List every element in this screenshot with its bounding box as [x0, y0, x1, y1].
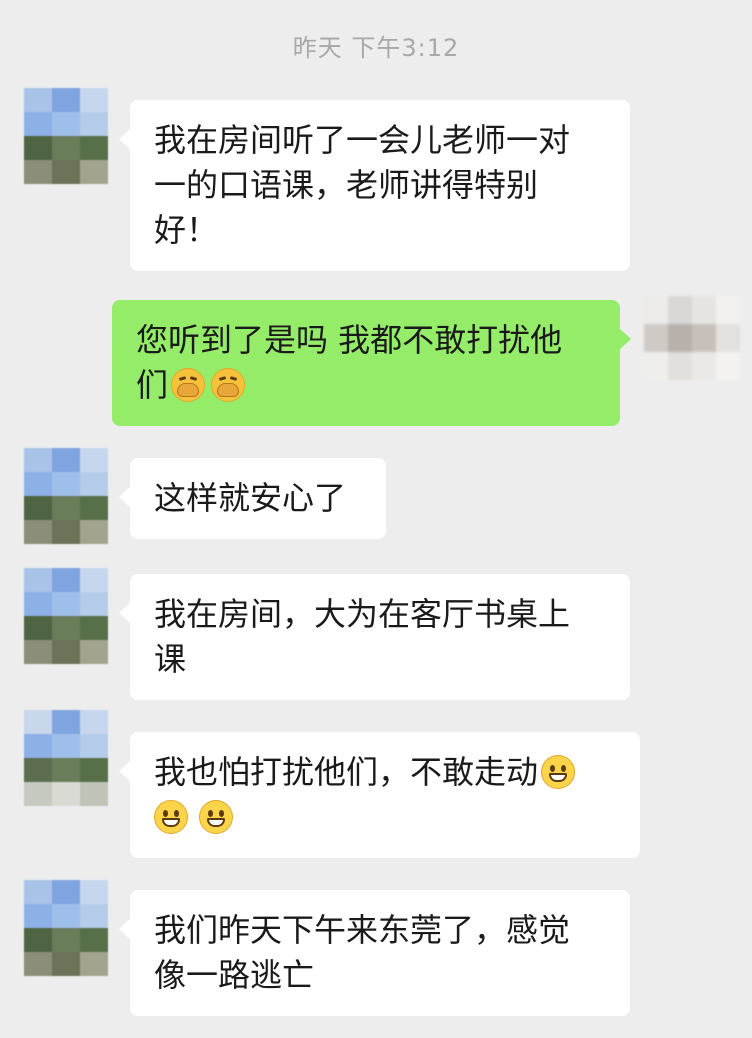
- message-text-line: 一的口语课，老师讲得特别: [154, 166, 539, 204]
- message-text-line: 我们昨天下午来东莞了，感觉: [154, 911, 571, 949]
- message-text-line: [154, 795, 616, 840]
- message-text-fragment: 们: [136, 366, 169, 404]
- face-with-hand-over-mouth-icon: [171, 368, 206, 402]
- grinning-face-icon: [541, 755, 576, 789]
- own-avatar[interactable]: [644, 296, 740, 380]
- contact-avatar[interactable]: [24, 710, 108, 806]
- message-text-line: 您听到了是吗 我都不敢打扰他: [136, 321, 563, 359]
- message-bubble[interactable]: 我在房间听了一会儿老师一对 一的口语课，老师讲得特别 好！: [119, 100, 630, 271]
- face-with-hand-over-mouth-icon: [211, 368, 246, 402]
- message-text-line: 好！: [154, 211, 219, 249]
- message-bubble[interactable]: 这样就安心了: [119, 458, 386, 539]
- message-text-line: 我在房间，大为在客厅书桌上: [154, 595, 571, 633]
- contact-avatar[interactable]: [24, 568, 108, 664]
- message-text-line: 我也怕打扰他们，不敢走动: [154, 750, 616, 795]
- message-timestamp: 昨天 下午3:12: [292, 34, 460, 62]
- message-text-line: 我在房间听了一会儿老师一对: [154, 121, 571, 159]
- message-text-line: 这样就安心了: [154, 479, 347, 517]
- grinning-face-icon: [154, 800, 188, 834]
- message-text-line: 像一路逃亡: [154, 956, 315, 994]
- contact-avatar[interactable]: [24, 448, 108, 544]
- message-bubble[interactable]: 我也怕打扰他们，不敢走动: [119, 732, 640, 858]
- message-text-line: 们: [136, 363, 596, 408]
- message-text-fragment: 我也怕打扰他们，不敢走动: [154, 753, 539, 791]
- chat-view: 昨天 下午3:12 我在房间听了一会儿老师一对 一的口语课，老师讲得特别 好！ …: [0, 0, 752, 1038]
- grinning-face-icon: [199, 800, 233, 834]
- contact-avatar[interactable]: [24, 880, 108, 976]
- message-text-line: 课: [154, 640, 187, 678]
- message-bubble[interactable]: 我在房间，大为在客厅书桌上 课: [119, 574, 630, 700]
- message-bubble[interactable]: 我们昨天下午来东莞了，感觉 像一路逃亡: [119, 890, 630, 1016]
- contact-avatar[interactable]: [24, 88, 108, 184]
- message-bubble[interactable]: 您听到了是吗 我都不敢打扰他 们: [112, 300, 631, 426]
